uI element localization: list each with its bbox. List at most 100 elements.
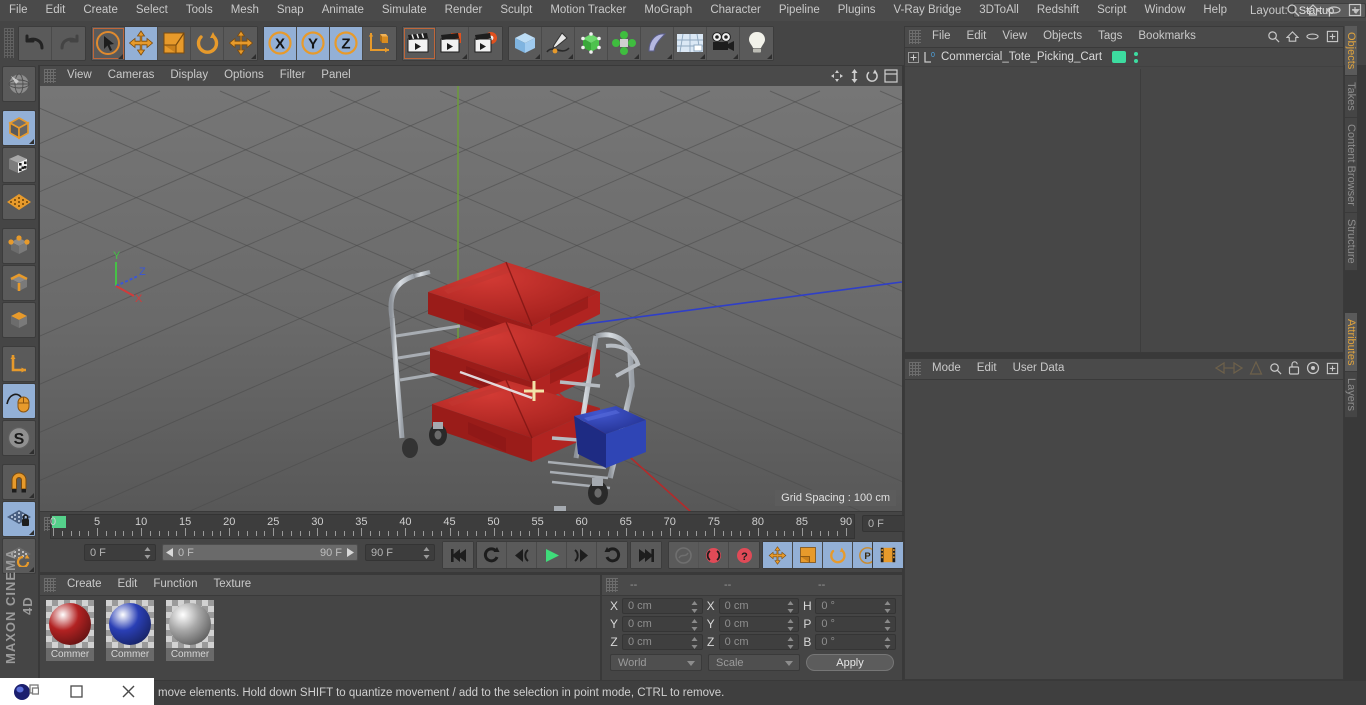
menu-item-texture[interactable]: Texture <box>205 579 259 591</box>
vertical-tab-takes[interactable]: Takes <box>1345 76 1357 119</box>
spinner-icon[interactable] <box>884 601 891 613</box>
menu-item-sculpt[interactable]: Sculpt <box>491 4 541 17</box>
spinner-icon[interactable] <box>787 619 794 631</box>
menu-item-animate[interactable]: Animate <box>313 4 373 17</box>
play-forwards-loop-button[interactable] <box>597 542 627 568</box>
coord-field-size-z[interactable]: 0 cm <box>718 634 800 650</box>
menu-item-view[interactable]: View <box>59 70 100 82</box>
menu-item-cameras[interactable]: Cameras <box>100 70 163 82</box>
workplane-mode-button[interactable] <box>2 184 36 220</box>
go-to-start-button[interactable] <box>443 542 473 568</box>
add-light-button[interactable] <box>740 26 773 60</box>
menu-item-window[interactable]: Window <box>1135 4 1194 17</box>
render-view-button[interactable] <box>403 26 436 60</box>
range-left-arrow-icon[interactable] <box>166 548 174 557</box>
scale-key-button[interactable] <box>793 542 823 568</box>
point-mode-button[interactable] <box>2 228 36 264</box>
apply-button[interactable]: Apply <box>806 654 894 671</box>
menu-item-motion-tracker[interactable]: Motion Tracker <box>541 4 635 17</box>
previous-key-button[interactable] <box>507 542 537 568</box>
spinner-icon[interactable] <box>884 637 891 649</box>
make-editable-button[interactable] <box>2 66 36 102</box>
move-tool[interactable] <box>125 26 158 60</box>
coord-field-position-z[interactable]: 0 cm <box>622 634 703 650</box>
menu-item-mesh[interactable]: Mesh <box>222 4 268 17</box>
home-icon[interactable] <box>1286 30 1299 43</box>
coord-field-rotation-h[interactable]: 0 ° <box>815 598 897 614</box>
keyframe-selection-button[interactable]: ? <box>729 542 759 568</box>
soft-selection-button[interactable]: S <box>2 420 36 456</box>
material-item[interactable]: Commer <box>166 600 214 661</box>
go-to-end-button[interactable] <box>631 542 661 568</box>
menu-item-mode[interactable]: Mode <box>924 363 969 375</box>
model-mode-button[interactable] <box>2 110 36 146</box>
menu-item-simulate[interactable]: Simulate <box>373 4 436 17</box>
search-icon[interactable] <box>1269 362 1282 375</box>
menu-item-edit[interactable]: Edit <box>959 31 995 43</box>
menu-item-edit[interactable]: Edit <box>969 363 1005 375</box>
menu-item-render[interactable]: Render <box>436 4 492 17</box>
new-layout-icon[interactable] <box>1348 3 1362 17</box>
move-axis-tool[interactable] <box>224 26 257 60</box>
add-deformer-button[interactable] <box>641 26 674 60</box>
menu-item-edit[interactable]: Edit <box>37 4 75 17</box>
polygon-mode-button[interactable] <box>2 302 36 338</box>
autokeying-button[interactable] <box>699 542 729 568</box>
vertical-tab-attributes[interactable]: Attributes <box>1345 312 1357 373</box>
viewport-drag-handle[interactable] <box>44 69 56 83</box>
menu-item-create[interactable]: Create <box>59 579 110 591</box>
lock-z-axis[interactable]: Z <box>330 26 363 60</box>
timeline-ruler[interactable]: 0 5 10 15 20 25 30 35 40 45 50 55 60 65 70 75 80 85 90 <box>50 514 855 539</box>
material-item[interactable]: Commer <box>46 600 94 661</box>
rotation-key-button[interactable] <box>823 542 853 568</box>
add-environment-button[interactable] <box>674 26 707 60</box>
menu-item-panel[interactable]: Panel <box>313 70 358 82</box>
search-icon[interactable] <box>1267 30 1280 43</box>
add-spline-button[interactable] <box>542 26 575 60</box>
lock-workplane-button[interactable] <box>2 501 36 537</box>
spinner-icon[interactable] <box>691 637 698 649</box>
expand-plus-icon[interactable] <box>908 51 919 63</box>
pan-view-icon[interactable] <box>830 69 844 83</box>
add-cube-object-button[interactable] <box>509 26 542 60</box>
target-icon[interactable] <box>1306 361 1320 375</box>
menu-item-view[interactable]: View <box>994 31 1035 43</box>
coordinate-mode-select[interactable]: Scale <box>708 654 800 671</box>
spinner-icon[interactable] <box>691 601 698 613</box>
menu-item-file[interactable]: File <box>0 4 37 17</box>
coord-field-rotation-b[interactable]: 0 ° <box>815 634 897 650</box>
record-active-objects-button[interactable] <box>669 542 699 568</box>
coord-field-size-y[interactable]: 0 cm <box>718 616 800 632</box>
new-tab-icon[interactable] <box>1326 30 1339 43</box>
render-to-picture-viewer-button[interactable] <box>436 26 469 60</box>
axis-modification-mode-button[interactable] <box>2 346 36 382</box>
end-frame-field[interactable]: 90 F <box>365 544 435 561</box>
toolbar-drag-handle[interactable] <box>4 28 14 58</box>
coord-field-position-x[interactable]: 0 cm <box>622 598 703 614</box>
close-window-button[interactable] <box>103 678 154 705</box>
spinner-icon[interactable] <box>884 619 891 631</box>
spinner-icon[interactable] <box>144 547 151 559</box>
menu-item-character[interactable]: Character <box>701 4 770 17</box>
vertical-tab-layers[interactable]: Layers <box>1345 372 1357 419</box>
add-nurbs-generator-button[interactable] <box>575 26 608 60</box>
coordinate-system-select[interactable]: World <box>610 654 702 671</box>
menu-item-plugins[interactable]: Plugins <box>829 4 885 17</box>
menu-item-bookmarks[interactable]: Bookmarks <box>1130 31 1204 43</box>
spinner-icon[interactable] <box>691 619 698 631</box>
object-tag-swatch[interactable] <box>1112 51 1127 63</box>
rotate-view-icon[interactable] <box>865 69 879 83</box>
add-array-modeling-button[interactable] <box>608 26 641 60</box>
texture-mode-button[interactable] <box>2 147 36 183</box>
attribute-manager-body[interactable] <box>905 380 1343 679</box>
enable-snapping-button[interactable] <box>2 383 36 419</box>
lock-x-axis[interactable]: X <box>264 26 297 60</box>
timeline-button[interactable] <box>873 542 903 568</box>
menu-item-display[interactable]: Display <box>162 70 216 82</box>
lock-open-icon[interactable] <box>1288 361 1300 375</box>
next-key-button[interactable] <box>567 542 597 568</box>
menu-item-objects[interactable]: Objects <box>1035 31 1090 43</box>
menu-item-tags[interactable]: Tags <box>1090 31 1130 43</box>
visibility-dots-icon[interactable] <box>1133 51 1139 64</box>
coord-field-size-x[interactable]: 0 cm <box>718 598 800 614</box>
